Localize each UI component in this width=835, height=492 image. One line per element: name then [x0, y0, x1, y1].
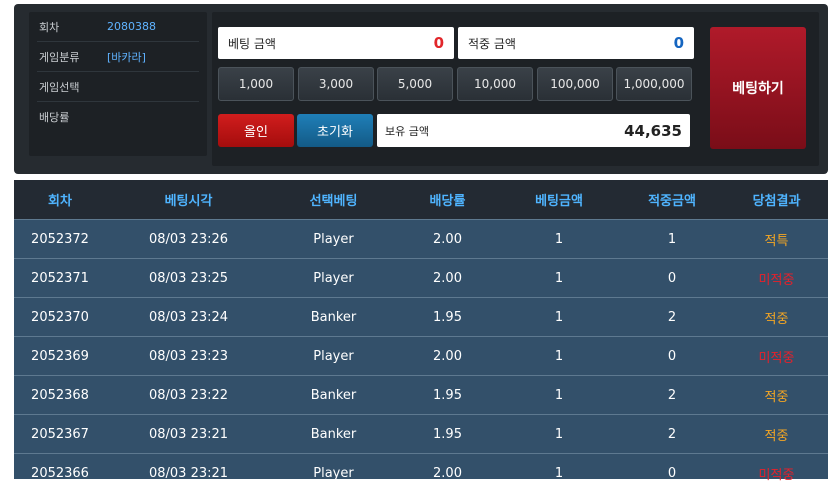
bet-amount-value: 0 [433, 34, 444, 52]
cell-bet-amount: 1 [554, 387, 564, 403]
cell-round: 2052366 [31, 465, 89, 481]
game-select-label: 게임선택 [39, 80, 80, 94]
cell-bet-time: 08/03 23:21 [148, 465, 229, 481]
chip-button-10000[interactable]: 10,000 [457, 67, 533, 101]
cell-win-amount: 2 [667, 387, 677, 403]
bet-amount-field: 베팅 금액 0 [218, 27, 454, 59]
chip-button-1000000[interactable]: 1,000,000 [616, 67, 692, 101]
cell-bet-time: 08/03 23:22 [148, 387, 229, 403]
all-in-button[interactable]: 올인 [218, 114, 294, 147]
cell-selection: Player [313, 348, 354, 364]
header-odds: 배당률 [429, 194, 466, 209]
round-value: 2080388 [107, 20, 156, 33]
cell-selection: Player [313, 270, 354, 286]
chip-button-5000[interactable]: 5,000 [377, 67, 453, 101]
cell-bet-time: 08/03 23:24 [148, 309, 229, 325]
cell-win-amount: 1 [667, 231, 677, 247]
cell-bet-time: 08/03 23:23 [148, 348, 229, 364]
table-row: 2052371 08/03 23:25 Player 2.00 1 0 미적중 [14, 258, 828, 297]
cell-bet-time: 08/03 23:25 [148, 270, 229, 286]
cell-odds: 2.00 [433, 465, 462, 481]
cell-odds: 2.00 [433, 231, 462, 247]
round-row: 회차 2080388 [37, 12, 199, 42]
cell-odds: 1.95 [433, 426, 462, 442]
header-selection: 선택베팅 [309, 194, 358, 209]
cell-result: 미적중 [758, 272, 795, 288]
table-row: 2052367 08/03 23:21 Banker 1.95 1 2 적중 [14, 414, 828, 453]
bet-amount-label: 베팅 금액 [228, 36, 276, 51]
cell-selection: Player [313, 231, 354, 247]
cell-round: 2052368 [31, 387, 89, 403]
cell-bet-amount: 1 [554, 231, 564, 247]
header-win-amount: 적중금액 [648, 194, 696, 209]
cell-odds: 2.00 [433, 270, 462, 286]
game-type-row: 게임분류 [바카라] [37, 42, 199, 72]
bet-history-table: 회차 베팅시각 선택베팅 배당률 베팅금액 적중금액 당첨결과 2052372 … [14, 180, 828, 483]
holding-amount-label: 보유 금액 [385, 124, 429, 138]
cell-bet-amount: 1 [554, 426, 564, 442]
cell-selection: Banker [310, 426, 357, 442]
chip-button-3000[interactable]: 3,000 [298, 67, 374, 101]
table-header: 회차 베팅시각 선택베팅 배당률 베팅금액 적중금액 당첨결과 [14, 180, 828, 219]
chip-button-1000[interactable]: 1,000 [218, 67, 294, 101]
cell-odds: 1.95 [433, 387, 462, 403]
table-row: 2052372 08/03 23:26 Player 2.00 1 1 적특 [14, 219, 828, 258]
cell-odds: 1.95 [433, 309, 462, 325]
cell-odds: 2.00 [433, 348, 462, 364]
round-label: 회차 [39, 20, 60, 34]
header-round: 회차 [48, 194, 72, 209]
cell-round: 2052372 [31, 231, 89, 247]
cell-result: 미적중 [758, 350, 795, 366]
table-row: 2052366 08/03 23:21 Player 2.00 1 0 미적중 [14, 453, 828, 492]
odds-label: 배당률 [39, 111, 70, 124]
odds-row: 배당률 [37, 102, 199, 132]
win-amount-field: 적중 금액 0 [458, 27, 694, 59]
cell-selection: Banker [310, 387, 357, 403]
cell-round: 2052370 [31, 309, 89, 325]
header-result: 당첨결과 [752, 194, 801, 209]
game-type-value: [바카라] [107, 50, 146, 64]
cell-bet-amount: 1 [554, 309, 564, 325]
cell-bet-time: 08/03 23:21 [148, 426, 229, 442]
game-info: 회차 2080388 게임분류 [바카라] 게임선택 배당률 [29, 12, 207, 156]
cell-selection: Banker [310, 309, 357, 325]
table-row: 2052370 08/03 23:24 Banker 1.95 1 2 적중 [14, 297, 828, 336]
game-type-label: 게임분류 [39, 50, 80, 64]
table-row: 2052368 08/03 23:22 Banker 1.95 1 2 적중 [14, 375, 828, 414]
cell-result: 적특 [764, 233, 789, 249]
betting-panel: 회차 2080388 게임분류 [바카라] 게임선택 배당률 베팅 금액 0 적… [14, 4, 828, 174]
cell-result: 미적중 [758, 467, 795, 483]
reset-button[interactable]: 초기화 [297, 114, 373, 147]
win-amount-value: 0 [673, 34, 684, 52]
cell-round: 2052371 [31, 270, 89, 286]
cell-bet-amount: 1 [554, 348, 564, 364]
cell-win-amount: 0 [667, 270, 677, 286]
header-bet-amount: 베팅금액 [535, 194, 583, 209]
cell-selection: Player [313, 465, 354, 481]
cell-result: 적중 [764, 428, 789, 444]
cell-win-amount: 2 [667, 426, 677, 442]
cell-round: 2052369 [31, 348, 89, 364]
holding-amount-field: 보유 금액 44,635 [377, 114, 690, 147]
cell-result: 적중 [764, 389, 789, 405]
cell-result: 적중 [764, 311, 789, 327]
header-bet-time: 베팅시각 [164, 194, 213, 209]
place-bet-button[interactable]: 베팅하기 [710, 27, 806, 149]
chip-button-100000[interactable]: 100,000 [537, 67, 613, 101]
cell-bet-time: 08/03 23:26 [148, 231, 229, 247]
game-select-row: 게임선택 [37, 72, 199, 102]
cell-win-amount: 2 [667, 309, 677, 325]
bet-controls: 베팅 금액 0 적중 금액 0 1,000 3,000 5,000 10,000… [212, 12, 819, 166]
cell-round: 2052367 [31, 426, 89, 442]
win-amount-label: 적중 금액 [468, 36, 516, 51]
cell-bet-amount: 1 [554, 270, 564, 286]
cell-win-amount: 0 [667, 348, 677, 364]
cell-win-amount: 0 [667, 465, 677, 481]
table-row: 2052369 08/03 23:23 Player 2.00 1 0 미적중 [14, 336, 828, 375]
holding-amount-value: 44,635 [624, 121, 682, 140]
cell-bet-amount: 1 [554, 465, 564, 481]
